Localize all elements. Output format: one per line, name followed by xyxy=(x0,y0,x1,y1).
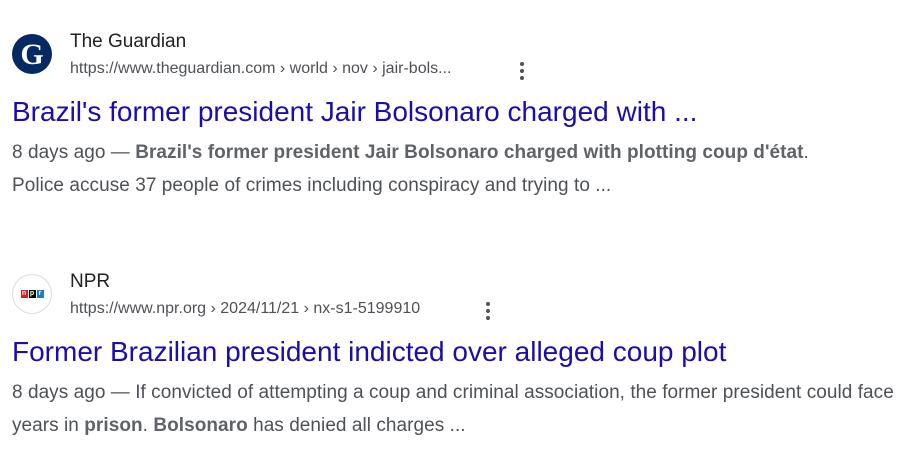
guardian-logo-icon: G xyxy=(12,34,52,74)
result-title-link[interactable]: Former Brazilian president indicted over… xyxy=(12,334,908,370)
result-source[interactable]: G The Guardian https://www.theguardian.c… xyxy=(12,28,908,88)
snippet-text: has denied all charges ... xyxy=(253,415,466,436)
more-options-icon[interactable] xyxy=(512,60,532,82)
site-url: https://www.theguardian.com › world › no… xyxy=(70,60,452,77)
search-result-npr: n p r NPR https://www.npr.org › 2024/11/… xyxy=(12,268,908,442)
snippet-highlight: prison xyxy=(84,415,143,436)
result-snippet: 8 days ago — Brazil's former president J… xyxy=(12,136,908,202)
snippet-date: 8 days ago — xyxy=(12,142,130,163)
snippet-text: . xyxy=(142,415,148,436)
result-source[interactable]: n p r NPR https://www.npr.org › 2024/11/… xyxy=(12,268,908,328)
result-snippet: 8 days ago — If convicted of attempting … xyxy=(12,376,908,442)
snippet-date: 8 days ago — xyxy=(12,382,130,403)
npr-logo-icon: n p r xyxy=(12,274,52,314)
site-name: The Guardian xyxy=(70,31,187,52)
result-title-link[interactable]: Brazil's former president Jair Bolsonaro… xyxy=(12,94,908,130)
search-result-guardian: G The Guardian https://www.theguardian.c… xyxy=(12,28,908,202)
snippet-text: Police accuse 37 people of crimes includ… xyxy=(12,175,612,196)
site-url: https://www.npr.org › 2024/11/21 › nx-s1… xyxy=(70,300,421,317)
snippet-text: . xyxy=(803,142,809,163)
snippet-highlight: Bolsonaro xyxy=(153,415,248,436)
site-name: NPR xyxy=(70,271,111,292)
more-options-icon[interactable] xyxy=(478,300,498,322)
snippet-highlight: Brazil's former president Jair Bolsonaro… xyxy=(135,142,804,163)
